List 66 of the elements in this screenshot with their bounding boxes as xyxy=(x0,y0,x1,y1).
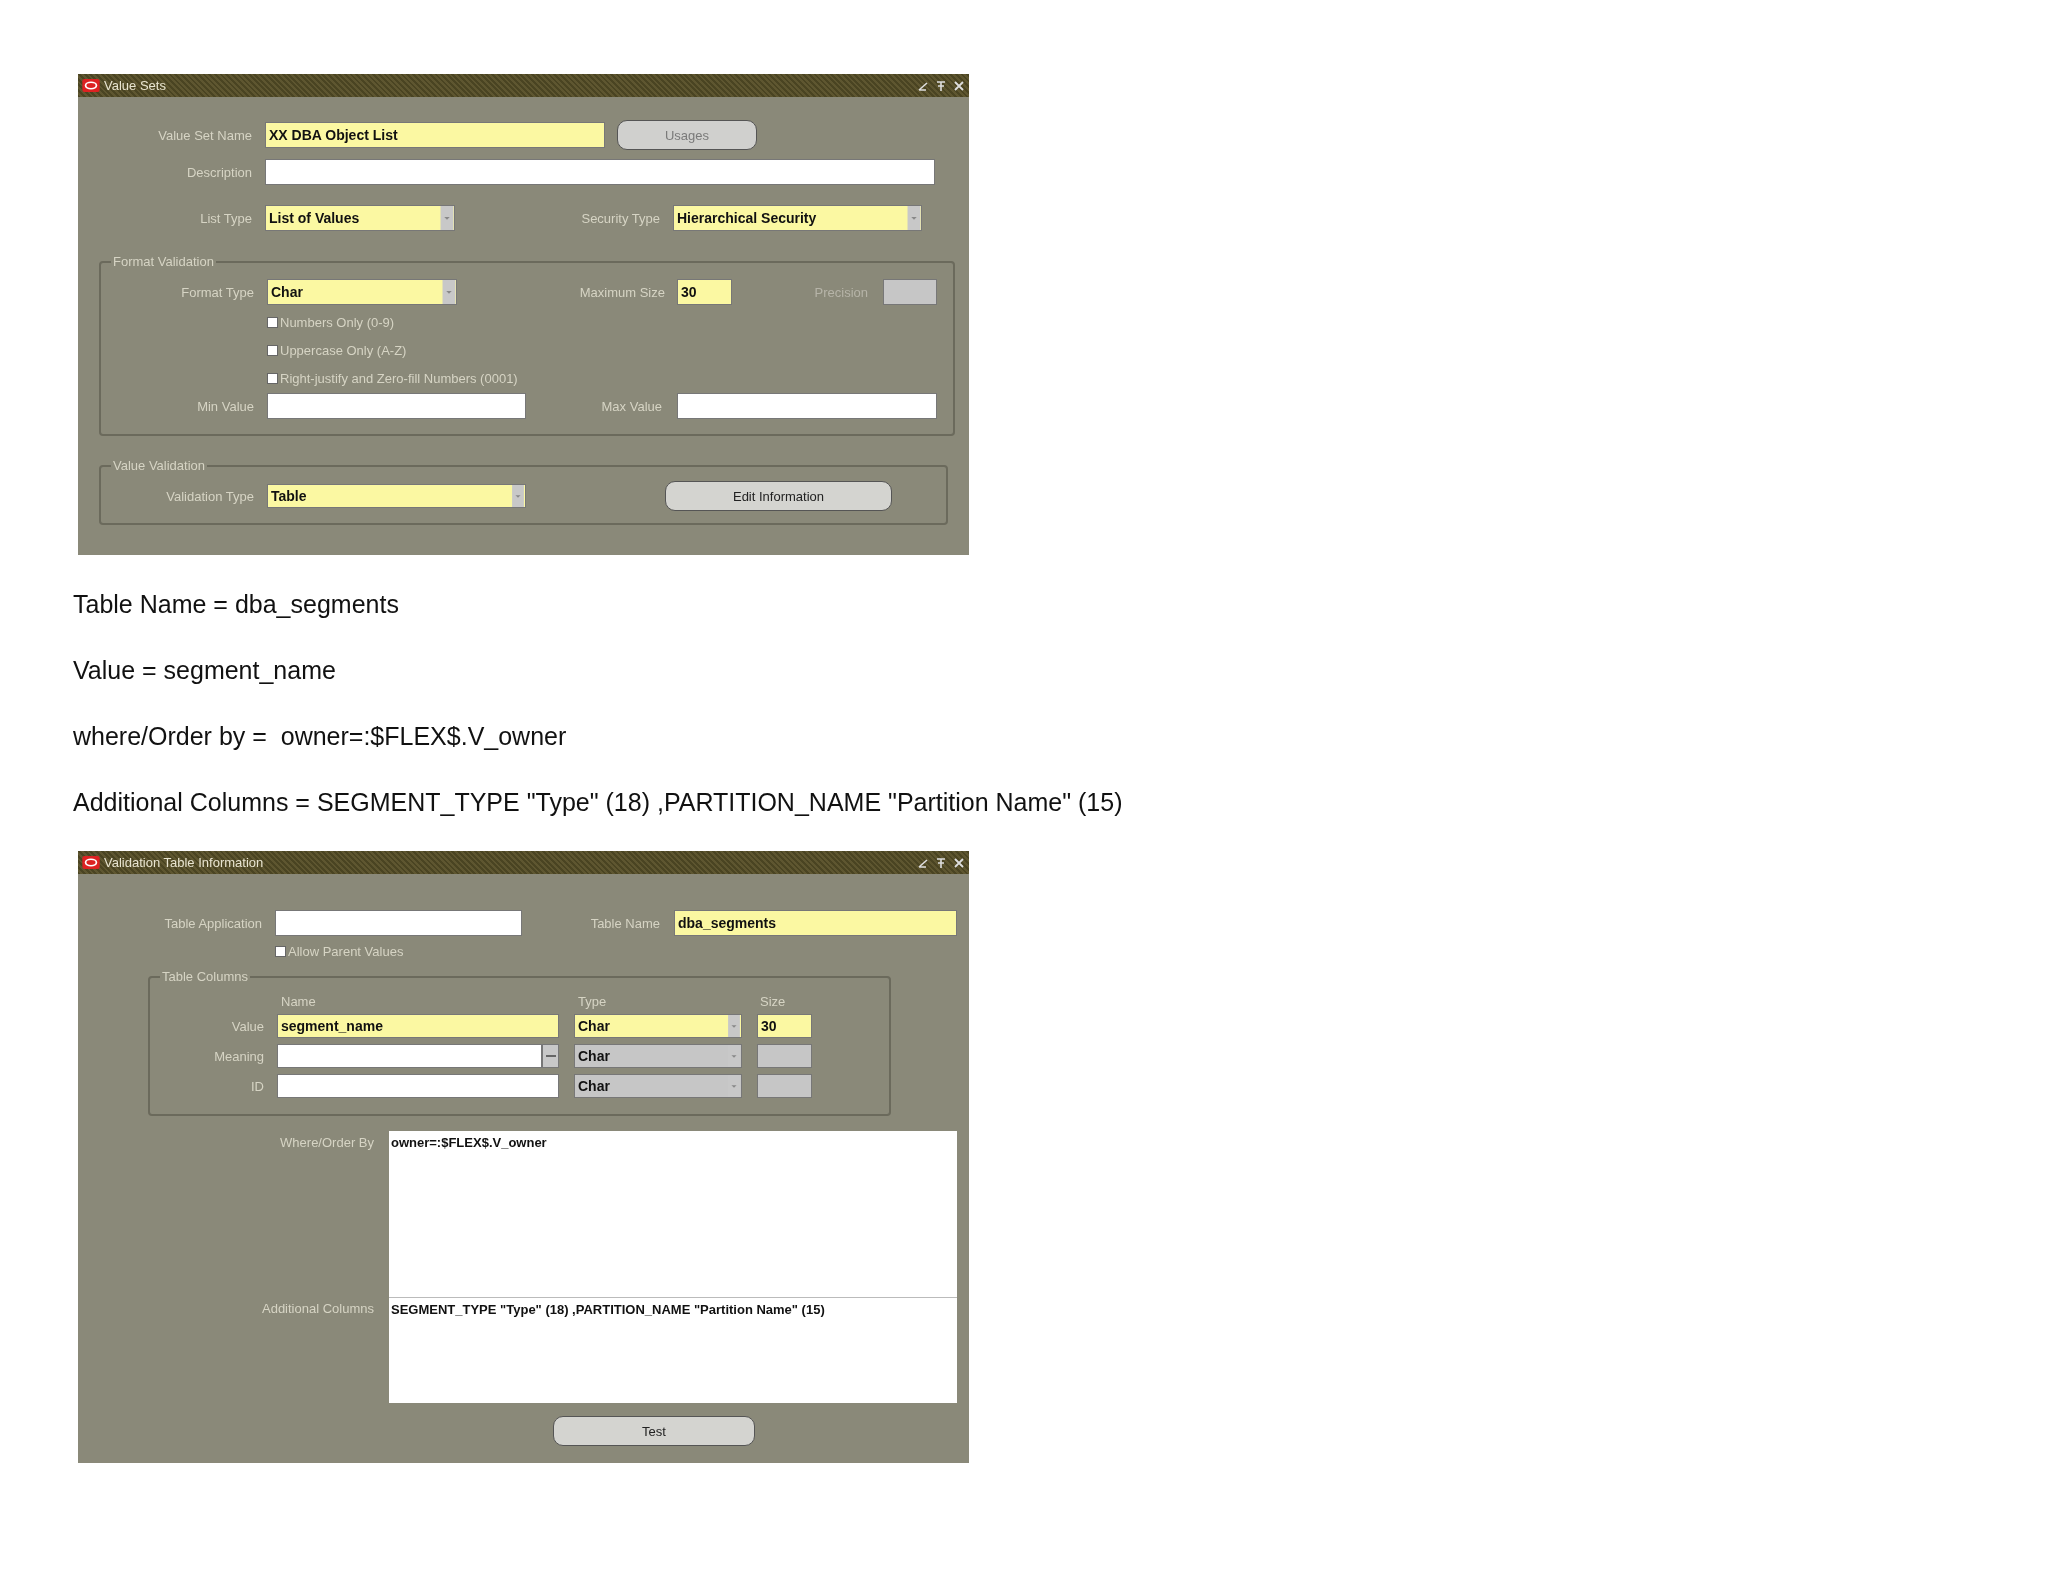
maximize-icon[interactable] xyxy=(935,79,947,92)
window-title: Validation Table Information xyxy=(104,855,264,870)
minimize-icon[interactable] xyxy=(917,856,929,869)
field-label: Maximum Size xyxy=(578,284,665,300)
field-label: Max Value xyxy=(600,398,662,414)
column-size-field[interactable] xyxy=(757,1074,812,1098)
column-name-field[interactable]: segment_name xyxy=(277,1014,559,1038)
edit-information-button[interactable]: Edit Information xyxy=(665,481,892,511)
field-label: Table Name xyxy=(589,915,660,931)
note-text: Value = segment_name xyxy=(73,655,337,686)
min-value-field[interactable] xyxy=(267,393,526,419)
window-title: Value Sets xyxy=(104,78,166,93)
row-label: Meaning xyxy=(213,1048,264,1064)
where-order-by-field[interactable]: owner=:$FLEX$.V_owner xyxy=(389,1131,957,1297)
max-value-field[interactable] xyxy=(677,393,937,419)
column-name-field[interactable] xyxy=(277,1044,542,1068)
group-title: Value Validation xyxy=(111,458,208,473)
list-type-dropdown[interactable]: List of Values xyxy=(265,205,455,231)
column-header: Type xyxy=(578,994,608,1008)
column-size-field[interactable] xyxy=(757,1044,812,1068)
format-type-dropdown[interactable]: Char xyxy=(267,279,457,305)
column-name-field[interactable] xyxy=(277,1074,559,1098)
checkbox[interactable] xyxy=(267,344,278,356)
group-title: Format Validation xyxy=(111,254,216,269)
ellipsis-icon xyxy=(545,1054,556,1058)
field-label: List Type xyxy=(199,210,252,226)
maximize-icon[interactable] xyxy=(935,856,947,869)
note-text: Additional Columns = SEGMENT_TYPE "Type" (18) ,PARTITION_NAME "Partition Name" (15) xyxy=(73,787,1124,818)
field-label: Description xyxy=(185,164,252,180)
description-field[interactable] xyxy=(265,159,935,185)
value-set-name-field[interactable]: XX DBA Object List xyxy=(265,122,605,148)
field-label: Min Value xyxy=(196,398,254,414)
field-label: Security Type xyxy=(580,210,660,226)
row-label: ID xyxy=(250,1078,264,1094)
maximum-size-field[interactable]: 30 xyxy=(677,279,732,305)
oracle-logo-icon xyxy=(82,79,100,92)
test-button[interactable]: Test xyxy=(553,1416,755,1446)
list-of-values-button[interactable] xyxy=(542,1044,559,1068)
close-icon[interactable] xyxy=(953,79,965,92)
checkbox[interactable] xyxy=(267,316,278,328)
oracle-logo-icon xyxy=(82,856,100,869)
validation-type-dropdown[interactable]: Table xyxy=(267,484,526,508)
column-header: Size xyxy=(760,994,786,1008)
column-size-field[interactable]: 30 xyxy=(757,1014,812,1038)
group-title: Table Columns xyxy=(160,969,250,984)
field-label: Value Set Name xyxy=(157,127,252,143)
close-icon[interactable] xyxy=(953,856,965,869)
field-label: Validation Type xyxy=(165,488,254,504)
note-text: Table Name = dba_segments xyxy=(73,589,400,620)
checkbox[interactable] xyxy=(275,945,286,957)
table-name-field[interactable]: dba_segments xyxy=(674,910,957,936)
additional-columns-field[interactable]: SEGMENT_TYPE "Type" (18) ,PARTITION_NAME "Partition Name" (15) xyxy=(389,1297,957,1403)
checkbox[interactable] xyxy=(267,372,278,384)
field-label: Additional Columns xyxy=(261,1301,374,1316)
note-text: where/Order by = owner=:$FLEX$.V_owner xyxy=(73,721,568,752)
minimize-icon[interactable] xyxy=(917,79,929,92)
column-type-dropdown[interactable]: Char xyxy=(574,1014,742,1038)
security-type-dropdown[interactable]: Hierarchical Security xyxy=(673,205,922,231)
field-label: Where/Order By xyxy=(279,1135,374,1150)
row-label: Value xyxy=(230,1018,264,1034)
field-label: Table Application xyxy=(163,915,262,931)
column-header: Name xyxy=(281,994,317,1008)
field-label: Format Type xyxy=(180,284,254,300)
column-type-dropdown[interactable]: Char xyxy=(574,1074,742,1098)
column-type-dropdown[interactable]: Char xyxy=(574,1044,742,1068)
table-application-field[interactable] xyxy=(275,910,522,936)
